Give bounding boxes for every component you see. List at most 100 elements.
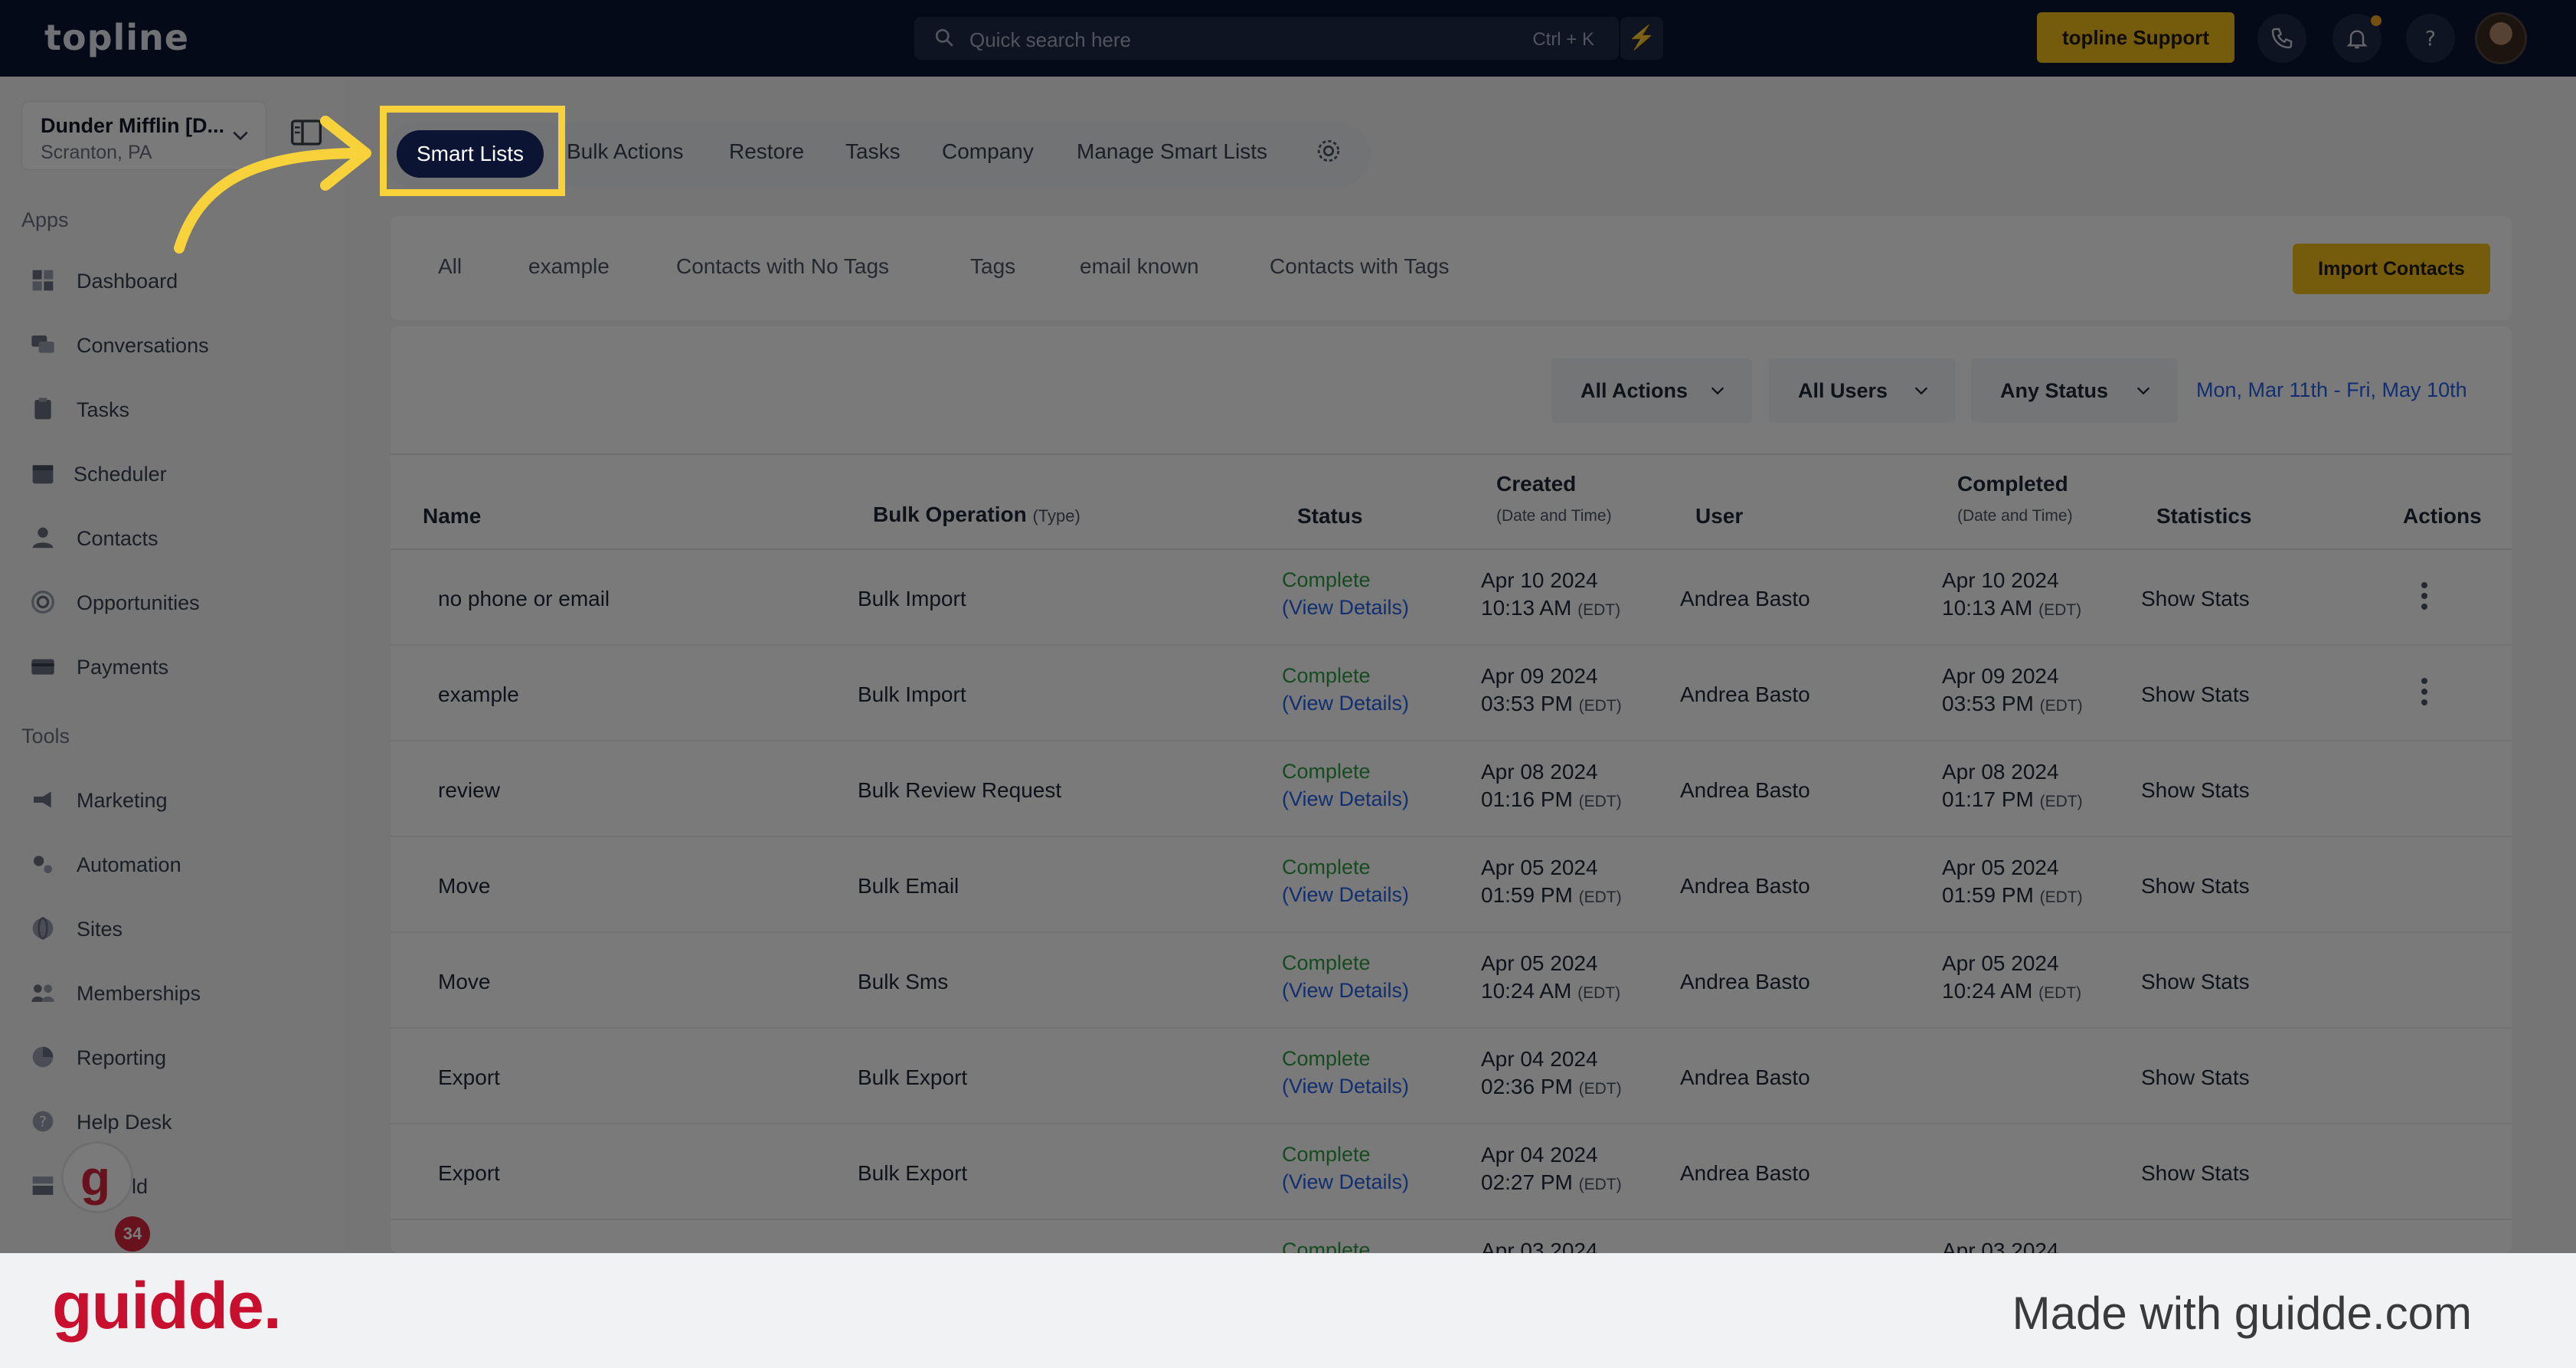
sidebar-item-conversations[interactable]: Conversations: [31, 326, 322, 363]
row-status: Complete: [1282, 1239, 1371, 1253]
tab-manage-smart-lists[interactable]: Manage Smart Lists: [1077, 139, 1267, 164]
row-user: Andrea Basto: [1680, 1065, 1810, 1089]
svg-text:?: ?: [2425, 27, 2436, 51]
show-stats-link[interactable]: Show Stats: [2141, 1065, 2250, 1090]
sidebar-item-reporting[interactable]: Reporting: [31, 1039, 322, 1075]
tab-bulk-actions[interactable]: Bulk Actions: [567, 139, 684, 164]
sidebar-item-payments[interactable]: Payments: [31, 648, 322, 685]
show-stats-link[interactable]: Show Stats: [2141, 682, 2250, 707]
show-stats-link[interactable]: Show Stats: [2141, 778, 2250, 803]
show-stats-link[interactable]: Show Stats: [2141, 970, 2250, 994]
all-actions-label: All Actions: [1581, 379, 1688, 402]
view-details-link[interactable]: (View Details): [1282, 883, 1409, 907]
row-created-time: 03:53 PM (EDT): [1481, 692, 1622, 716]
clipboard-icon: [34, 398, 51, 420]
row-status: Complete: [1282, 951, 1371, 974]
table-row[interactable]: example Bulk Import Complete (View Detai…: [391, 646, 2512, 741]
bulk-actions-panel: All Actions All Users Any Status Mon, Ma…: [391, 326, 2512, 1253]
sidebar-item-marketing[interactable]: Marketing: [31, 781, 322, 818]
subtab-contacts-with-tags[interactable]: Contacts with Tags: [1270, 254, 1450, 279]
sidebar-item-tasks[interactable]: Tasks: [31, 391, 322, 427]
table-row[interactable]: Move Bulk Sms Complete (View Details) Ap…: [391, 933, 2512, 1029]
tab-company[interactable]: Company: [942, 139, 1034, 164]
subtab-example[interactable]: example: [528, 254, 610, 279]
tab-restore[interactable]: Restore: [729, 139, 804, 164]
table-row[interactable]: no phone or email Bulk Import Complete (…: [391, 550, 2512, 646]
sidebar-item-contacts[interactable]: Contacts: [31, 519, 322, 556]
quick-search-input[interactable]: Quick search here Ctrl + K: [914, 17, 1619, 60]
all-users-dropdown[interactable]: All Users: [1769, 358, 1956, 423]
tab-smart-lists-highlighted[interactable]: Smart Lists: [397, 130, 544, 178]
user-avatar[interactable]: [2475, 12, 2527, 64]
row-created-date: Apr 04 2024: [1481, 1047, 1598, 1071]
row-name: Move: [438, 970, 491, 993]
chat-widget-button[interactable]: g: [61, 1141, 133, 1213]
timezone-label: (EDT): [1578, 793, 1622, 810]
show-stats-link[interactable]: Show Stats: [2141, 587, 2250, 611]
timezone-label: (EDT): [2039, 889, 2083, 906]
date-range-picker[interactable]: Mon, Mar 11th - Fri, May 10th: [2196, 378, 2467, 402]
table-row-partial[interactable]: Complete Apr 03 2024 Apr 03 2024: [391, 1220, 2512, 1253]
row-status: Complete: [1282, 568, 1371, 591]
table-row[interactable]: Move Bulk Email Complete (View Details) …: [391, 837, 2512, 933]
subtab-contacts-no-tags[interactable]: Contacts with No Tags: [676, 254, 889, 279]
search-icon: [935, 28, 953, 47]
row-completed-time-value: 10:24 AM: [1942, 979, 2033, 1003]
table-row[interactable]: Export Bulk Export Complete (View Detail…: [391, 1029, 2512, 1124]
sidebar-item-opportunities[interactable]: Opportunities: [31, 584, 322, 620]
view-details-link[interactable]: (View Details): [1282, 979, 1409, 1003]
timezone-label: (EDT): [1578, 1176, 1622, 1193]
sidebar-item-automation[interactable]: Automation: [31, 846, 322, 882]
support-button[interactable]: topline Support: [2037, 12, 2234, 63]
any-status-dropdown[interactable]: Any Status: [1971, 358, 2178, 423]
row-user: Andrea Basto: [1680, 1161, 1810, 1185]
chevron-down-icon: [1914, 387, 1928, 395]
view-details-link[interactable]: (View Details): [1282, 596, 1409, 620]
more-options-icon[interactable]: [2421, 678, 2427, 710]
view-details-link[interactable]: (View Details): [1282, 1075, 1409, 1098]
phone-button[interactable]: [2257, 14, 2306, 63]
table-row[interactable]: review Bulk Review Request Complete (Vie…: [391, 741, 2512, 837]
table-row[interactable]: Export Bulk Export Complete (View Detail…: [391, 1124, 2512, 1220]
gear-icon[interactable]: [1316, 138, 1342, 164]
all-actions-dropdown[interactable]: All Actions: [1551, 358, 1752, 423]
dashboard-icon: [32, 270, 54, 291]
more-options-icon[interactable]: [2421, 582, 2427, 614]
phone-icon: [2271, 28, 2293, 49]
header-completed-sub: (Date and Time): [1957, 507, 2073, 525]
sidebar-item-dashboard[interactable]: Dashboard: [31, 262, 322, 299]
help-circle-icon: ?: [32, 1111, 54, 1132]
sidebar-item-memberships[interactable]: Memberships: [31, 974, 322, 1011]
sidebar-item-help-desk[interactable]: ? Help Desk: [31, 1103, 322, 1140]
row-completed-time: 01:59 PM (EDT): [1942, 883, 2083, 908]
subtab-email-known[interactable]: email known: [1080, 254, 1199, 279]
help-button[interactable]: ?: [2406, 14, 2455, 63]
chevron-down-icon: [1711, 387, 1724, 395]
subtab-tags[interactable]: Tags: [970, 254, 1015, 279]
view-details-link[interactable]: (View Details): [1282, 1170, 1409, 1194]
row-created-time: 01:16 PM (EDT): [1481, 787, 1622, 812]
view-details-link[interactable]: (View Details): [1282, 692, 1409, 715]
row-completed-time-value: 01:17 PM: [1942, 787, 2034, 811]
import-contacts-button[interactable]: Import Contacts: [2293, 244, 2490, 294]
row-created-time-value: 02:27 PM: [1481, 1170, 1573, 1194]
sidebar-item-scheduler[interactable]: Scheduler: [31, 455, 322, 492]
row-created-time: 01:59 PM (EDT): [1481, 883, 1622, 908]
header-bulk-operation: Bulk Operation (Type): [873, 502, 1080, 527]
row-operation: Bulk Export: [858, 1161, 968, 1185]
timezone-label: (EDT): [1577, 601, 1621, 619]
lightning-bolt-icon[interactable]: ⚡: [1620, 17, 1663, 60]
search-placeholder: Quick search here: [969, 28, 1131, 51]
subtab-all[interactable]: All: [438, 254, 462, 279]
sidebar-item-sites[interactable]: Sites: [31, 910, 322, 947]
tab-tasks[interactable]: Tasks: [845, 139, 901, 164]
row-operation: Bulk Sms: [858, 970, 949, 993]
chat-unread-badge: 34: [115, 1216, 150, 1252]
row-completed-time: 01:17 PM (EDT): [1942, 787, 2083, 812]
sidebar-item-label: Help Desk: [77, 1111, 172, 1134]
topline-logo[interactable]: topline: [44, 17, 189, 58]
show-stats-link[interactable]: Show Stats: [2141, 1161, 2250, 1186]
view-details-link[interactable]: (View Details): [1282, 787, 1409, 811]
show-stats-link[interactable]: Show Stats: [2141, 874, 2250, 898]
row-user: Andrea Basto: [1680, 587, 1810, 610]
